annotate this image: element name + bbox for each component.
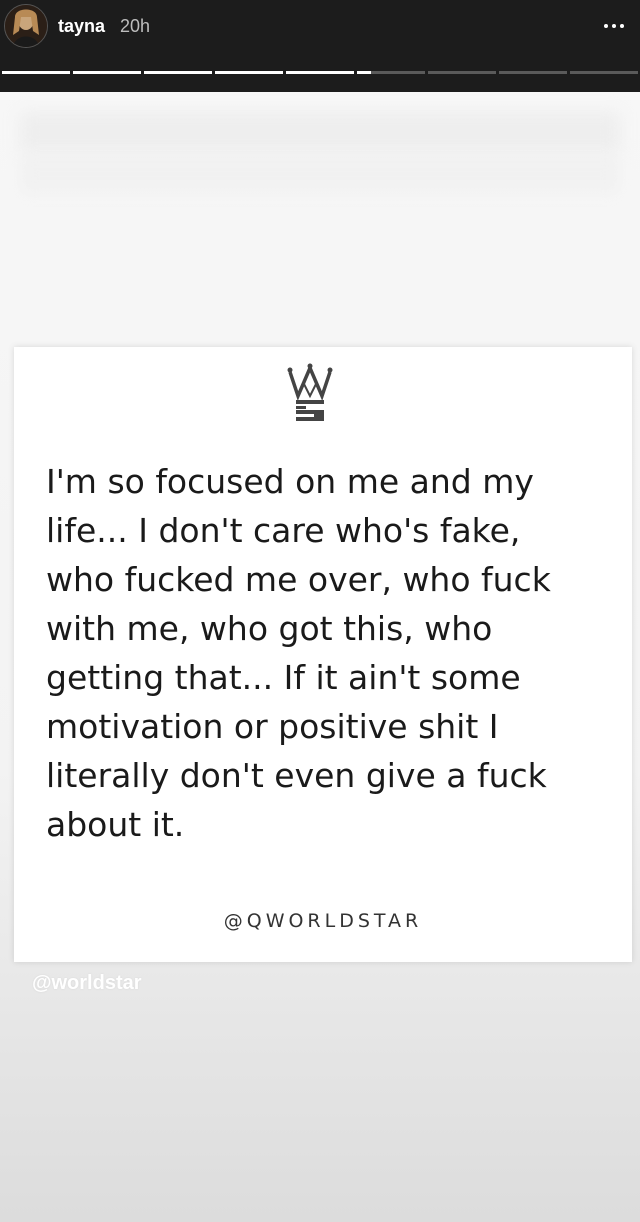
progress-segment [73,71,141,74]
quote-line: life... I don't care who's fake, [46,511,521,550]
story-username[interactable]: tayna [58,16,105,37]
progress-segment [286,71,354,74]
story-timestamp: 20h [120,16,151,36]
quote-line: I'm so focused on me and my [46,462,534,501]
progress-segment [2,71,70,74]
post-handle: @QWORLDSTAR [223,910,423,932]
quote-line: getting that... If it ain't some [46,658,521,697]
profile-photo-icon [5,5,47,47]
story-content[interactable]: I'm so focused on me and my life... I don… [0,92,640,1222]
worldstar-crown-logo-icon [284,362,336,422]
quote-line: literally don't even give a fuck [46,756,547,795]
avatar[interactable] [4,4,48,48]
quote-text: I'm so focused on me and my life... I don… [46,457,606,849]
shared-post-card: I'm so focused on me and my life... I don… [14,347,632,962]
quote-line: about it. [46,805,185,844]
watermark-text: @worldstar [32,972,142,994]
progress-segment [570,71,638,74]
progress-segment [499,71,567,74]
progress-segment [428,71,496,74]
progress-segment [215,71,283,74]
quote-line: with me, who got this, who [46,609,493,648]
quote-line: motivation or positive shit I [46,707,499,746]
blurred-background [20,112,620,152]
blurred-background [20,154,620,194]
more-dots-icon[interactable] [598,14,630,38]
story-header: tayna 20h [0,0,640,92]
progress-segment [144,71,212,74]
story-progress-bar [2,71,638,74]
story-viewer[interactable]: tayna 20h I'm so focused on me and my li… [0,0,640,1222]
quote-line: who fucked me over, who fuck [46,560,551,599]
progress-segment [357,71,425,74]
